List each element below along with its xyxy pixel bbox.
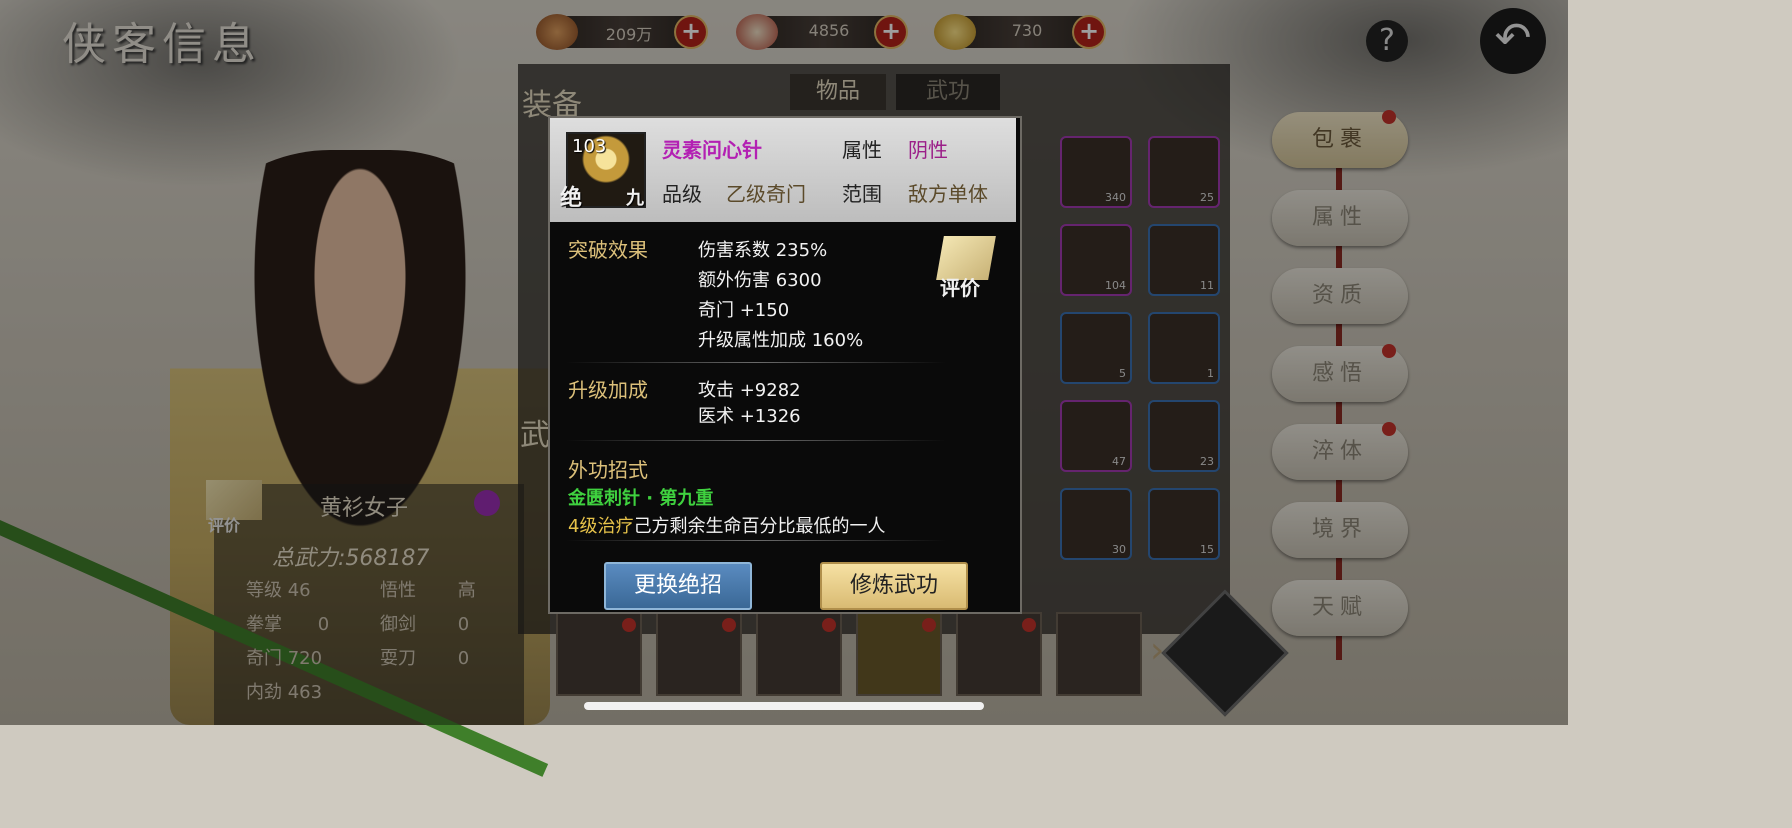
skill-name: 灵素问心针 [662,138,762,162]
breakthrough-title: 突破效果 [568,238,648,262]
home-indicator[interactable] [584,702,984,710]
divider [566,362,946,363]
tier-mark: 九 [626,188,644,209]
move-desc-text: 己方剩余生命百分比最低的一人 [633,516,886,537]
grade-label: 品级 [662,182,702,206]
upgrade-line: 医术 +1326 [698,406,801,427]
train-martial-button[interactable]: 修炼武功 [820,562,968,610]
grade-value: 乙级奇门 [726,182,806,206]
move-description: 4级治疗己方剩余生命百分比最低的一人 [568,512,885,538]
range-value: 敌方单体 [908,182,988,206]
change-ultimate-button[interactable]: 更换绝招 [604,562,752,610]
breakthrough-line: 额外伤害 6300 [698,270,822,291]
range-label: 范围 [842,182,882,206]
move-name: 金匮刺针 · 第九重 [568,488,714,509]
divider [566,540,946,541]
attr-value: 阴性 [908,138,948,162]
move-title: 外功招式 [568,458,648,482]
upgrade-title: 升级加成 [568,378,648,402]
attr-label: 属性 [842,138,882,162]
breakthrough-line: 奇门 +150 [698,300,790,321]
skill-level: 103 [572,136,607,157]
divider [566,440,946,441]
skill-review-button[interactable]: 评价 [940,272,980,301]
move-desc-highlight: 4级治疗 [568,516,634,537]
breakthrough-line: 伤害系数 235% [698,240,828,261]
upgrade-line: 攻击 +9282 [698,380,801,401]
breakthrough-line: 升级属性加成 160% [698,330,864,351]
ultimate-mark: 绝 [560,186,583,211]
